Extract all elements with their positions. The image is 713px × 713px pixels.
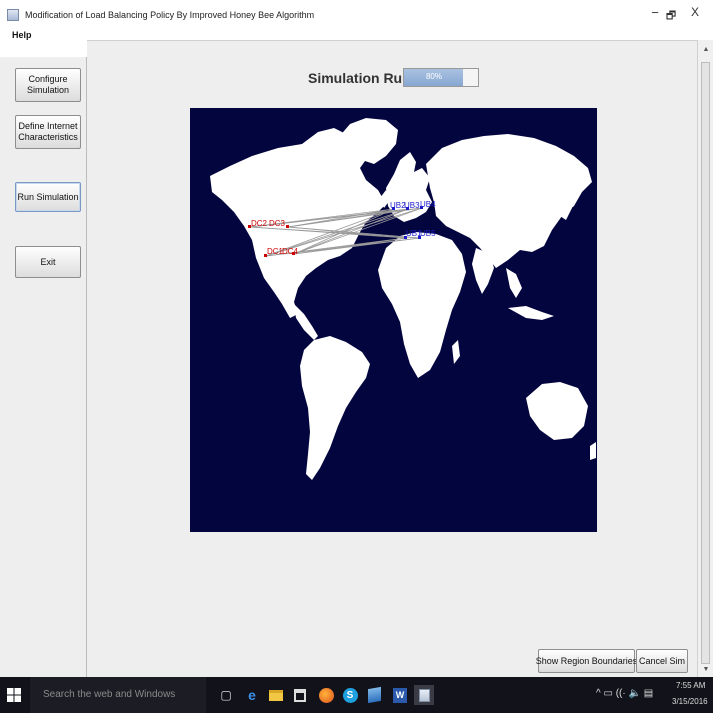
- cancel-sim-button[interactable]: Cancel Sim: [636, 649, 688, 673]
- south-america: [300, 336, 370, 480]
- menu-help[interactable]: Help: [12, 30, 32, 40]
- store-icon[interactable]: [290, 685, 310, 705]
- taskbar: Search the web and Windows ▢ e S W ^ ▭ (…: [0, 677, 713, 713]
- skype-icon[interactable]: S: [340, 685, 360, 705]
- system-tray[interactable]: ^ ▭ ((· 🔈 ▤: [596, 688, 653, 699]
- define-internet-button[interactable]: Define Internet Characteristics: [15, 115, 81, 149]
- indonesia: [508, 306, 554, 320]
- vertical-scrollbar[interactable]: ▲ ▼: [697, 40, 713, 677]
- exit-button[interactable]: Exit: [15, 246, 81, 278]
- dc4-label: DC4: [282, 247, 299, 256]
- run-simulation-button[interactable]: Run Simulation: [15, 182, 81, 212]
- file-explorer-icon[interactable]: [266, 685, 286, 705]
- task-view-icon[interactable]: ▢: [216, 685, 236, 705]
- show-region-boundaries-button[interactable]: Show Region Boundaries: [536, 649, 637, 673]
- application-window: Modification of Load Balancing Policy By…: [0, 0, 713, 677]
- scroll-down-arrow-icon[interactable]: ▼: [700, 666, 712, 673]
- dc3-label: DC3: [269, 219, 286, 228]
- world-map-svg: DC2 DC3 DC1 DC4 UB2 UB3 UB4 UB1 UB5: [210, 118, 596, 480]
- land-masses: [210, 118, 596, 480]
- progress-text: 80%: [425, 72, 442, 81]
- southeast-asia: [506, 268, 522, 298]
- ub4-label: UB4: [420, 200, 436, 209]
- scroll-up-arrow-icon[interactable]: ▲: [700, 46, 712, 53]
- firefox-icon[interactable]: [316, 685, 336, 705]
- clock-time[interactable]: 7:55 AM: [676, 681, 705, 690]
- central-america: [294, 304, 318, 340]
- word-icon[interactable]: W: [390, 685, 410, 705]
- java-app-icon[interactable]: [414, 685, 434, 705]
- virtualbox-icon[interactable]: [364, 685, 384, 705]
- ub3-label: UB3: [404, 201, 420, 210]
- world-map: DC2 DC3 DC1 DC4 UB2 UB3 UB4 UB1 UB5: [190, 108, 597, 532]
- userbase-labels: UB2 UB3 UB4 UB1 UB5: [390, 200, 436, 238]
- title-bar: Modification of Load Balancing Policy By…: [0, 0, 713, 30]
- progress-bar: 80%: [403, 68, 479, 87]
- restore-button[interactable]: 🗗: [660, 7, 682, 26]
- app-icon: [7, 9, 19, 21]
- panel-divider: [87, 40, 697, 41]
- window-title: Modification of Load Balancing Policy By…: [25, 10, 315, 20]
- scroll-thumb[interactable]: [701, 62, 710, 664]
- dc3-marker: [286, 225, 289, 228]
- sidebar: Configure Simulation Define Internet Cha…: [0, 57, 87, 677]
- close-button[interactable]: X: [684, 5, 706, 19]
- new-zealand: [590, 442, 596, 460]
- africa: [378, 232, 466, 378]
- edge-browser-icon[interactable]: e: [242, 685, 262, 705]
- clock-date[interactable]: 3/15/2016: [672, 697, 708, 706]
- madagascar: [452, 340, 460, 364]
- windows-start-icon[interactable]: [6, 687, 22, 703]
- dc2-label: DC2: [251, 219, 268, 228]
- configure-simulation-button[interactable]: Configure Simulation: [15, 68, 81, 102]
- australia: [526, 382, 588, 440]
- taskbar-search-placeholder: Search the web and Windows: [43, 689, 176, 700]
- ub5-label: UB5: [420, 229, 436, 238]
